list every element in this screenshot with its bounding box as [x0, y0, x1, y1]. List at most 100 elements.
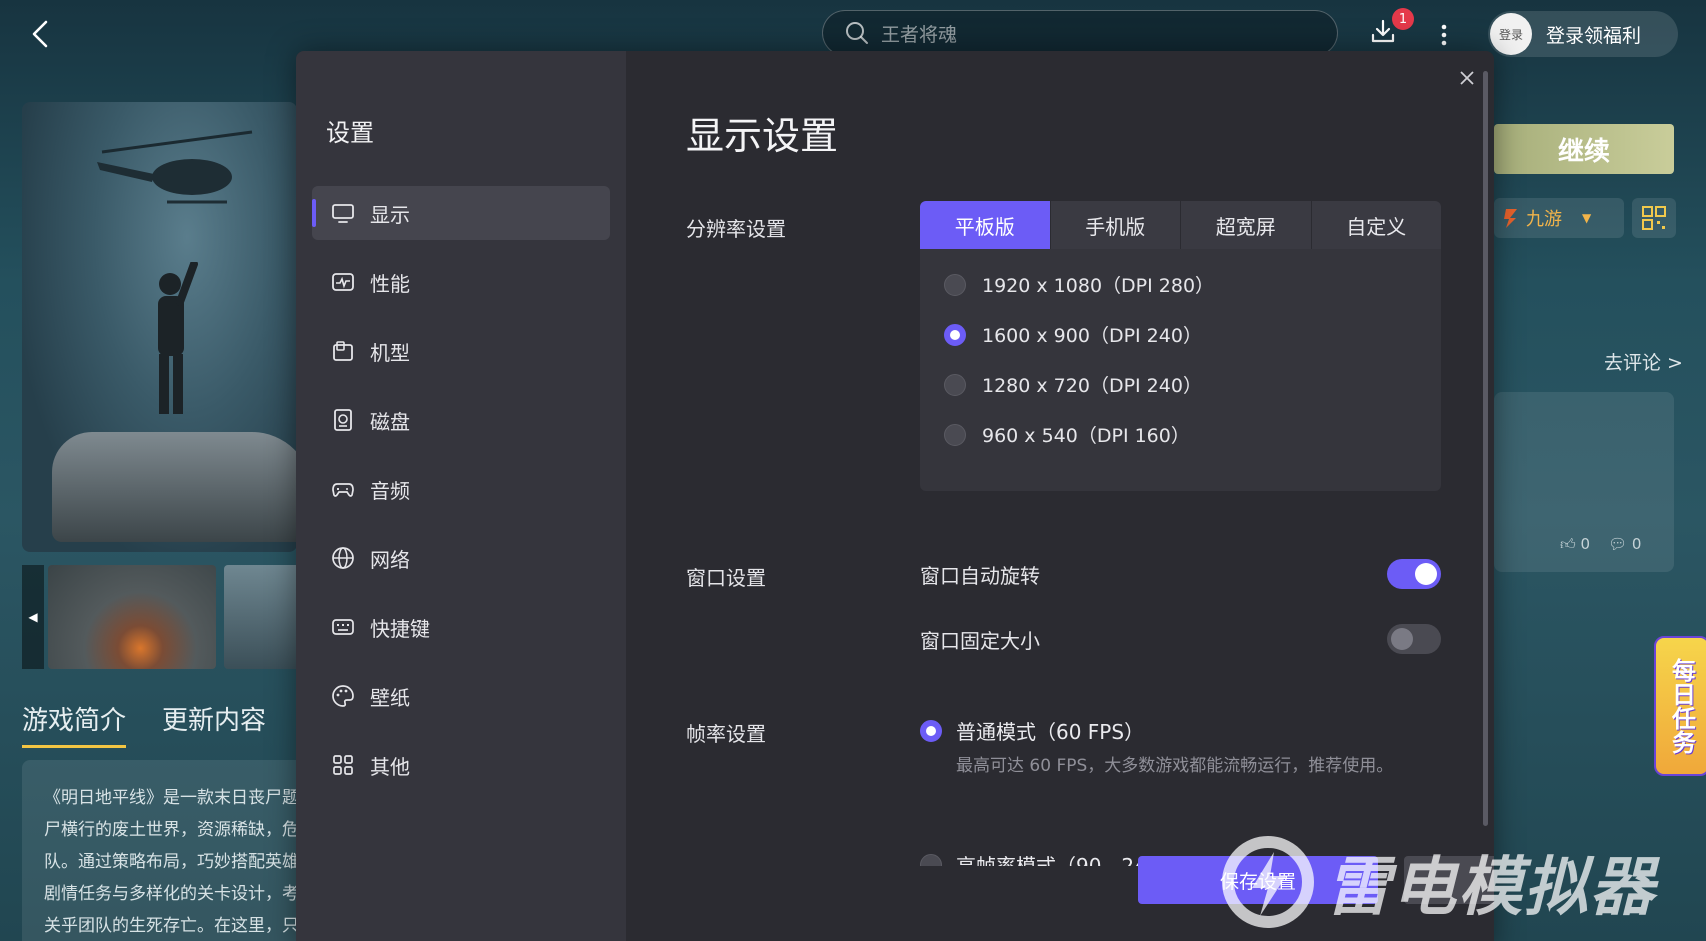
sidebar-item-label: 显示 [370, 202, 410, 227]
resolution-option[interactable]: 1920 x 1080（DPI 280） [944, 271, 1214, 298]
radio-button[interactable] [944, 373, 966, 396]
thumbnail-prev-button[interactable]: ◀ [22, 565, 44, 669]
globe-icon [330, 545, 356, 571]
resolution-option[interactable]: 960 x 540（DPI 160） [944, 421, 1190, 448]
qr-code-icon [1642, 206, 1666, 230]
login-button[interactable]: 登录 登录领福利 [1488, 11, 1678, 57]
radio-button[interactable] [920, 853, 942, 866]
sidebar-item-audio[interactable]: 音频 [312, 462, 610, 516]
grid-icon [330, 752, 356, 778]
sidebar-item-label: 其他 [370, 754, 410, 779]
fps-normal-description: 最高可达 60 FPS，大多数游戏都能流畅运行，推荐使用。 [956, 756, 1394, 776]
sidebar-item-device[interactable]: 机型 [312, 324, 610, 378]
keyboard-icon [330, 614, 356, 640]
qr-code-button[interactable] [1632, 198, 1676, 238]
fixed-size-toggle[interactable] [1387, 624, 1441, 654]
tab-custom[interactable]: 自定义 [1311, 201, 1441, 249]
resolution-option[interactable]: 1280 x 720（DPI 240） [944, 371, 1202, 398]
helicopter-illustration [97, 130, 253, 204]
pulse-icon [330, 269, 356, 295]
fixed-size-label: 窗口固定大小 [920, 628, 1040, 653]
radio-button-selected[interactable] [920, 719, 942, 742]
sidebar-item-label: 磁盘 [370, 409, 410, 434]
auto-rotate-setting: 窗口自动旋转 [920, 558, 1441, 590]
like-button[interactable]: 👍︎ 0 [1560, 535, 1590, 554]
description-line: 剧情任务与多样化的关卡设计，考 [44, 884, 299, 904]
description-line: 队。通过策略布局，巧妙搭配英雄 [44, 852, 299, 872]
fixed-size-setting: 窗口固定大小 [920, 623, 1441, 655]
sidebar-item-label: 性能 [370, 271, 410, 296]
save-button[interactable]: 保存设置 [1138, 856, 1378, 904]
window-section-label: 窗口设置 [686, 566, 766, 590]
screenshot-thumbnail[interactable] [48, 565, 216, 669]
tab-update-content[interactable]: 更新内容 [162, 700, 266, 748]
radio-button[interactable] [944, 273, 966, 296]
game-info-tabs: 游戏简介 更新内容 [22, 700, 266, 748]
game-description: 《明日地平线》是一款末日丧尸题 尸横行的废土世界，资源稀缺，危 队。通过策略布局… [22, 760, 312, 941]
more-menu-button[interactable] [1432, 20, 1456, 50]
sidebar-item-label: 快捷键 [370, 616, 430, 641]
scrollbar[interactable] [1483, 71, 1488, 826]
sidebar-item-display[interactable]: 显示 [312, 186, 610, 240]
resolution-section-label: 分辨率设置 [686, 217, 786, 241]
search-bar[interactable]: 王者将魂 [822, 10, 1338, 56]
wrecked-car-illustration [52, 432, 297, 542]
toggle-knob [1415, 563, 1437, 585]
sidebar-item-label: 音频 [370, 478, 410, 503]
comment-count: 0 [1631, 535, 1642, 553]
fps-normal-option[interactable]: 普通模式（60 FPS） [920, 716, 1144, 745]
palette-icon [330, 683, 356, 709]
tab-game-intro[interactable]: 游戏简介 [22, 700, 127, 748]
sidebar-item-performance[interactable]: 性能 [312, 255, 610, 309]
tab-ultrawide[interactable]: 超宽屏 [1181, 201, 1312, 249]
radio-button[interactable] [944, 423, 966, 446]
fps-section-label: 帧率设置 [686, 722, 766, 746]
settings-content: 显示设置 分辨率设置 平板版 手机版 超宽屏 自定义 1920 x 1080（D… [626, 51, 1494, 941]
resolution-option-label: 1280 x 720（DPI 240） [982, 375, 1202, 397]
settings-dialog: 设置 显示 性能 机型 磁盘 音频 网络 快捷键 壁纸 其他 显示设置 分辨率设… [296, 51, 1494, 941]
go-review-link[interactable]: 去评论 > [1604, 348, 1683, 375]
sidebar-item-label: 壁纸 [370, 685, 410, 710]
back-button[interactable] [22, 16, 58, 52]
comment-button[interactable]: 💬︎ 0 [1608, 535, 1641, 554]
sidebar-item-wallpaper[interactable]: 壁纸 [312, 669, 610, 723]
search-icon [846, 22, 868, 44]
gamepad-icon [330, 476, 356, 502]
game-main-artwork[interactable] [22, 102, 297, 552]
sidebar-item-shortcuts[interactable]: 快捷键 [312, 600, 610, 654]
settings-sidebar: 设置 显示 性能 机型 磁盘 音频 网络 快捷键 壁纸 其他 [296, 51, 626, 941]
like-count: 0 [1580, 535, 1590, 553]
close-button[interactable] [1454, 65, 1480, 91]
radio-button-selected[interactable] [944, 323, 966, 346]
auto-rotate-toggle[interactable] [1387, 559, 1441, 589]
page-title: 显示设置 [686, 114, 839, 158]
settings-nav: 显示 性能 机型 磁盘 音频 网络 快捷键 壁纸 其他 [312, 186, 610, 807]
resolution-option-label: 1600 x 900（DPI 240） [982, 325, 1202, 347]
auto-rotate-label: 窗口自动旋转 [920, 563, 1040, 588]
sidebar-item-network[interactable]: 网络 [312, 531, 610, 585]
cancel-button[interactable]: 取消 [1404, 856, 1494, 904]
disk-icon [330, 407, 356, 433]
more-vertical-icon [1441, 24, 1447, 46]
resolution-mode-tabs: 平板版 手机版 超宽屏 自定义 [920, 201, 1441, 249]
screenshot-thumbnail[interactable] [224, 565, 304, 669]
login-label: 登录领福利 [1546, 24, 1642, 47]
sidebar-item-label: 机型 [370, 340, 410, 365]
settings-title: 设置 [326, 119, 374, 147]
tab-phone[interactable]: 手机版 [1050, 201, 1181, 249]
monitor-icon [330, 200, 356, 226]
daily-task-button[interactable]: 每日任务 [1654, 636, 1706, 776]
download-badge: 1 [1392, 8, 1414, 30]
resolution-option[interactable]: 1600 x 900（DPI 240） [944, 321, 1202, 348]
sidebar-item-disk[interactable]: 磁盘 [312, 393, 610, 447]
search-placeholder: 王者将魂 [881, 23, 958, 46]
channel-select[interactable]: 九游 ▼ [1494, 198, 1624, 238]
sidebar-item-other[interactable]: 其他 [312, 738, 610, 792]
toggle-knob [1391, 628, 1413, 650]
resolution-option-label: 1920 x 1080（DPI 280） [982, 275, 1215, 297]
continue-button[interactable]: 继续 [1494, 124, 1674, 174]
resolution-options: 1920 x 1080（DPI 280） 1600 x 900（DPI 240）… [920, 249, 1441, 491]
channel-label: 九游 [1526, 209, 1562, 230]
survivor-figure-illustration [158, 262, 198, 414]
tab-tablet[interactable]: 平板版 [920, 201, 1051, 249]
